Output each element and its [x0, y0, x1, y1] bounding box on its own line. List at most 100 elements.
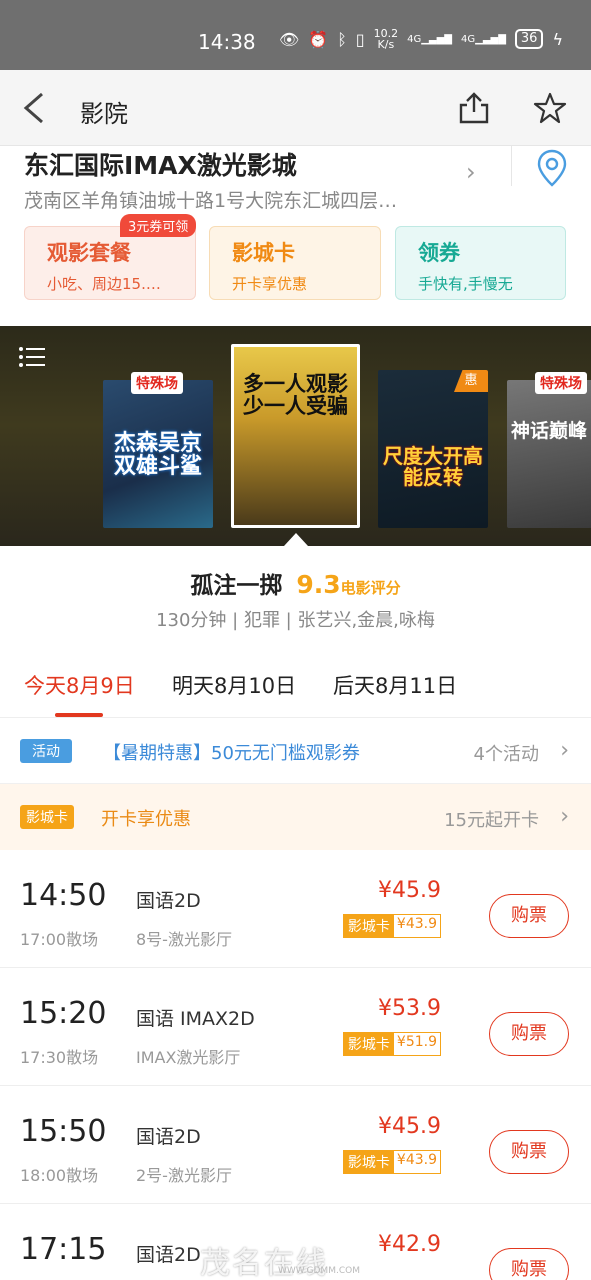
card-price-value: ¥43.9 [393, 915, 440, 937]
movie-poster[interactable]: 惠 尺度大开高能反转 [378, 370, 488, 528]
promo-coupon-sub: 手快有,手慢无 [418, 275, 513, 293]
end-time: 17:00散场 [20, 930, 99, 949]
poster-title: 多一人观影少一人受骗 [243, 372, 348, 419]
share-icon[interactable] [457, 91, 491, 125]
back-arrow-icon[interactable] [20, 92, 50, 124]
card-price-badge: 影城卡 ¥43.9 [342, 914, 441, 938]
end-time: 17:30散场 [20, 1048, 99, 1067]
cinema-info: 东汇国际IMAX激光影城 茂南区羊角镇油城十路1号大院东汇城四层… › 观影套餐… [0, 146, 591, 326]
member-card-text: 开卡享优惠 [101, 809, 191, 830]
special-screening-tag: 特殊场 [535, 372, 587, 394]
battery-level: 36 [520, 31, 538, 46]
network-speed: 10.2 K/s [374, 28, 399, 50]
promo-combo-sub: 小吃、周边15.… [47, 275, 161, 293]
card-price-label: 影城卡 [343, 1151, 394, 1173]
activity-text: 【暑期特惠】50元无门槛观影券 [103, 743, 360, 764]
poster-image: 多一人观影少一人受骗 [234, 347, 357, 525]
tab-underline [55, 713, 103, 717]
hall-name: 8号-激光影厅 [136, 930, 232, 949]
discount-tag: 惠 [454, 370, 488, 392]
signal-icon: 4G▁▃▅▇ [407, 33, 452, 45]
list-icon[interactable] [18, 346, 46, 368]
start-time: 14:50 [20, 878, 107, 913]
ticket-price: ¥45.9 [378, 878, 441, 903]
movie-meta: 130分钟 | 犯罪 | 张艺兴,金晨,咏梅 [156, 610, 435, 631]
start-time: 15:20 [20, 996, 107, 1031]
promo-member-card-title: 影城卡 [232, 241, 295, 265]
promo-coupon[interactable]: 领券 手快有,手慢无 [395, 226, 566, 300]
card-price-badge: 影城卡 ¥43.9 [342, 1150, 441, 1174]
language-format: 国语2D [136, 1126, 201, 1148]
card-price-value: ¥43.9 [393, 1151, 440, 1173]
start-time: 17:15 [20, 1232, 107, 1267]
movie-title-line: 孤注一掷 9.3电影评分 [0, 566, 591, 600]
tab-day-after[interactable]: 后天8月11日 [333, 670, 457, 700]
movie-score-label: 电影评分 [340, 579, 401, 597]
movie-score: 9.3 [296, 570, 341, 599]
activity-badge: 活动 [20, 739, 72, 763]
promo-combo[interactable]: 观影套餐 小吃、周边15.… [24, 226, 196, 300]
tab-today[interactable]: 今天8月9日 [24, 670, 135, 700]
signal-icon-2: 4G▁▃▅▇ [461, 33, 506, 45]
status-time: 14:38 [198, 30, 256, 54]
watermark-url: WWW.GDMM.COM [278, 1266, 360, 1276]
network-speed-unit: K/s [377, 38, 395, 51]
ticket-price: ¥53.9 [378, 996, 441, 1021]
member-card-price: 15元起开卡 [444, 810, 539, 831]
showtime-row: 14:50 17:00散场 国语2D 8号-激光影厅 ¥45.9 影城卡 ¥43.… [0, 850, 591, 968]
buy-ticket-button[interactable]: 购票 [489, 1248, 569, 1280]
end-time: 18:00散场 [20, 1166, 99, 1185]
showtime-row: 15:50 18:00散场 国语2D 2号-激光影厅 ¥45.9 影城卡 ¥43.… [0, 1086, 591, 1204]
status-icons: 👁 ⏰ ᛒ ▯ 10.2 K/s 4G▁▃▅▇ 4G▁▃▅▇ 36 ϟ [279, 28, 563, 50]
poster-title: 尺度大开高能反转 [383, 444, 483, 489]
movie-poster[interactable]: 神话巅峰 [507, 380, 591, 528]
chevron-right-icon: › [560, 804, 569, 829]
movie-title: 孤注一掷 [190, 573, 283, 599]
chevron-right-icon[interactable]: › [466, 158, 476, 186]
movie-poster-selected[interactable]: 多一人观影少一人受骗 [231, 344, 360, 528]
cinema-name[interactable]: 东汇国际IMAX激光影城 [24, 146, 297, 182]
signal-label-2: 4G [461, 33, 476, 45]
promo-member-card[interactable]: 影城卡 开卡享优惠 [209, 226, 381, 300]
promo-coupon-title: 领券 [418, 241, 460, 265]
card-price-value: ¥51.9 [393, 1033, 440, 1055]
member-card-badge: 影城卡 [20, 805, 74, 829]
start-time: 15:50 [20, 1114, 107, 1149]
movie-carousel: 杰森吴京双雄斗鲨 特殊场 多一人观影少一人受骗 惠 尺度大开高能反转 神话巅峰 … [0, 326, 591, 546]
charging-icon: ϟ [552, 29, 563, 49]
card-price-badge: 影城卡 ¥51.9 [342, 1032, 441, 1056]
selection-pointer [284, 533, 308, 546]
special-screening-tag: 特殊场 [131, 372, 183, 394]
nav-bar: 影院 [0, 70, 591, 146]
poster-title: 杰森吴京双雄斗鲨 [113, 431, 202, 480]
coupon-badge: 3元券可领 [120, 214, 197, 237]
buy-ticket-button[interactable]: 购票 [489, 1012, 569, 1056]
activity-row[interactable]: 活动 【暑期特惠】50元无门槛观影券 4个活动 › [0, 718, 591, 784]
status-bar: 14:38 👁 ⏰ ᛒ ▯ 10.2 K/s 4G▁▃▅▇ 4G▁▃▅▇ 36 … [0, 0, 591, 70]
hall-name: 2号-激光影厅 [136, 1166, 232, 1185]
star-icon[interactable] [533, 91, 567, 125]
page-title: 影院 [80, 100, 128, 128]
alarm-icon: ⏰ [308, 29, 329, 49]
card-price-label: 影城卡 [343, 1033, 394, 1055]
location-pin-icon[interactable] [532, 148, 572, 188]
showtime-row: 15:20 17:30散场 国语 IMAX2D IMAX激光影厅 ¥53.9 影… [0, 968, 591, 1086]
movie-poster[interactable]: 杰森吴京双雄斗鲨 [103, 380, 213, 528]
chevron-right-icon: › [560, 738, 569, 763]
member-card-row[interactable]: 影城卡 开卡享优惠 15元起开卡 › [0, 784, 591, 850]
vibrate-icon: ▯ [355, 29, 365, 49]
poster-title: 神话巅峰 [511, 420, 588, 442]
card-price-label: 影城卡 [343, 915, 394, 937]
showtime-list: 14:50 17:00散场 国语2D 8号-激光影厅 ¥45.9 影城卡 ¥43.… [0, 850, 591, 1280]
language-format: 国语 IMAX2D [136, 1008, 255, 1030]
cinema-address[interactable]: 茂南区羊角镇油城十路1号大院东汇城四层… [24, 186, 397, 213]
date-tabs: 今天8月9日 明天8月10日 后天8月11日 [0, 648, 591, 718]
ticket-price: ¥42.9 [378, 1232, 441, 1257]
buy-ticket-button[interactable]: 购票 [489, 894, 569, 938]
signal-label-1: 4G [407, 33, 422, 45]
buy-ticket-button[interactable]: 购票 [489, 1130, 569, 1174]
eye-icon: 👁 [278, 29, 300, 49]
tab-tomorrow[interactable]: 明天8月10日 [172, 670, 296, 700]
language-format: 国语2D [136, 1244, 201, 1266]
language-format: 国语2D [136, 890, 201, 912]
